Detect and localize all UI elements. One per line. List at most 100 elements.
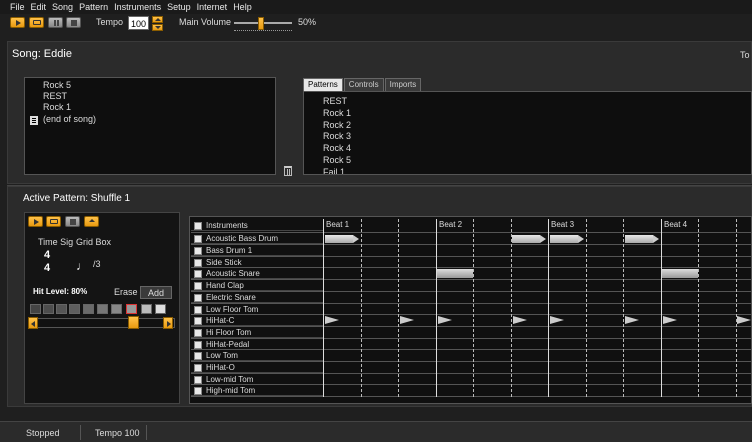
instrument-row[interactable]: Hand Clap [191,280,323,291]
velocity-swatch[interactable] [97,304,108,314]
grid-hit[interactable] [625,316,639,324]
instrument-checkbox[interactable] [194,294,202,302]
tab-controls[interactable]: Controls [343,78,384,91]
grid-box-value[interactable]: /3 [93,259,101,269]
instrument-checkbox[interactable] [194,341,202,349]
status-bar: Stopped Tempo 100 [0,421,752,442]
menu-file[interactable]: File [10,2,25,12]
grid-hit[interactable] [438,316,452,324]
instrument-row[interactable]: Hi Floor Tom [191,327,323,338]
song-entry[interactable]: (end of song) [43,114,96,124]
menu-song[interactable]: Song [52,2,73,12]
hit-level-slider-track[interactable] [28,318,175,328]
tempo-down-button[interactable] [152,24,163,31]
grid-hit[interactable] [513,316,527,324]
arrow-down-icon [155,26,161,29]
hit-level-right-button[interactable] [163,317,173,329]
menu-instruments[interactable]: Instruments [114,2,161,12]
instrument-checkbox[interactable] [194,352,202,360]
instrument-label: HiHat-C [206,316,235,325]
velocity-swatch[interactable] [111,304,122,314]
time-sig-top[interactable]: 4 [44,249,50,261]
pattern-item[interactable]: Rock 1 [323,108,351,118]
pattern-up-button[interactable] [84,216,99,227]
instrument-checkbox[interactable] [194,364,202,372]
instrument-row[interactable]: Acoustic Snare [191,268,323,279]
instrument-checkbox[interactable] [194,376,202,384]
pattern-item[interactable]: Rock 2 [323,120,351,130]
select-all-checkbox[interactable] [194,222,202,230]
pattern-library-list[interactable]: REST Rock 1 Rock 2 Rock 3 Rock 4 Rock 5 … [303,91,752,175]
grid-hit[interactable] [550,316,564,324]
volume-slider-thumb[interactable] [258,17,264,30]
grid-hit[interactable] [663,316,677,324]
song-entry[interactable]: Rock 5 [43,80,71,90]
pattern-play-button[interactable] [28,216,43,227]
instrument-row[interactable]: High-mid Tom [191,385,323,396]
pattern-stop-button[interactable] [65,216,80,227]
menu-edit[interactable]: Edit [31,2,47,12]
grid-hit[interactable] [325,235,359,243]
menu-setup[interactable]: Setup [167,2,191,12]
velocity-swatch-selected[interactable] [126,304,137,314]
pattern-item[interactable]: REST [323,96,347,106]
erase-button[interactable]: Erase [114,287,138,297]
menu-pattern[interactable]: Pattern [79,2,108,12]
instrument-checkbox[interactable] [194,306,202,314]
instrument-checkbox[interactable] [194,282,202,290]
velocity-swatch[interactable] [56,304,67,314]
pattern-item[interactable]: Rock 3 [323,131,351,141]
end-of-song-icon [30,116,38,125]
tempo-input[interactable]: 100 [128,16,149,30]
loop-button[interactable] [29,17,44,28]
pattern-item[interactable]: Rock 5 [323,155,351,165]
pattern-item[interactable]: Fail 1 [323,167,345,174]
song-entry[interactable]: REST [43,91,67,101]
hit-level-slider-thumb[interactable] [128,316,139,329]
quarter-note-icon[interactable]: ♩ [76,259,88,273]
hit-level-left-button[interactable] [28,317,38,329]
instrument-row[interactable]: Bass Drum 1 [191,245,323,256]
tab-patterns[interactable]: Patterns [303,78,343,91]
trash-icon[interactable] [284,166,292,176]
velocity-swatch[interactable] [155,304,166,314]
instrument-checkbox[interactable] [194,259,202,267]
grid-hit[interactable] [662,269,698,278]
tab-imports[interactable]: Imports [384,78,422,91]
grid-hit[interactable] [625,235,659,243]
menu-help[interactable]: Help [233,2,252,12]
menu-internet[interactable]: Internet [197,2,228,12]
grid-hit[interactable] [325,316,339,324]
play-button[interactable] [10,17,25,28]
grid-hit[interactable] [512,235,546,243]
song-sequence-list[interactable]: Rock 5 REST Rock 1 (end of song) [24,77,276,175]
instrument-row[interactable]: Electric Snare [191,292,323,303]
instrument-checkbox[interactable] [194,387,202,395]
instrument-checkbox[interactable] [194,235,202,243]
velocity-swatch[interactable] [30,304,41,314]
grid-hit[interactable] [550,235,584,243]
velocity-swatch[interactable] [69,304,80,314]
pattern-loop-button[interactable] [46,216,61,227]
velocity-swatch[interactable] [141,304,152,314]
grid-hit[interactable] [737,316,751,324]
instrument-checkbox[interactable] [194,329,202,337]
velocity-swatch[interactable] [83,304,94,314]
instrument-row[interactable]: Low Tom [191,350,323,361]
stop-button[interactable] [66,17,81,28]
instrument-checkbox[interactable] [194,270,202,278]
grid-hit[interactable] [400,316,414,324]
instrument-row[interactable]: HiHat-C [191,315,323,326]
grid-hit[interactable] [437,269,473,278]
add-button[interactable]: Add [140,286,172,299]
instrument-checkbox[interactable] [194,247,202,255]
tempo-up-button[interactable] [152,16,163,23]
instrument-row[interactable]: HiHat-O [191,362,323,373]
pattern-item[interactable]: Rock 4 [323,143,351,153]
song-entry[interactable]: Rock 1 [43,102,71,112]
instrument-checkbox[interactable] [194,317,202,325]
pause-button[interactable] [48,17,63,28]
velocity-swatch[interactable] [43,304,54,314]
instrument-row[interactable]: Acoustic Bass Drum [191,233,323,244]
time-sig-bottom[interactable]: 4 [44,262,50,274]
